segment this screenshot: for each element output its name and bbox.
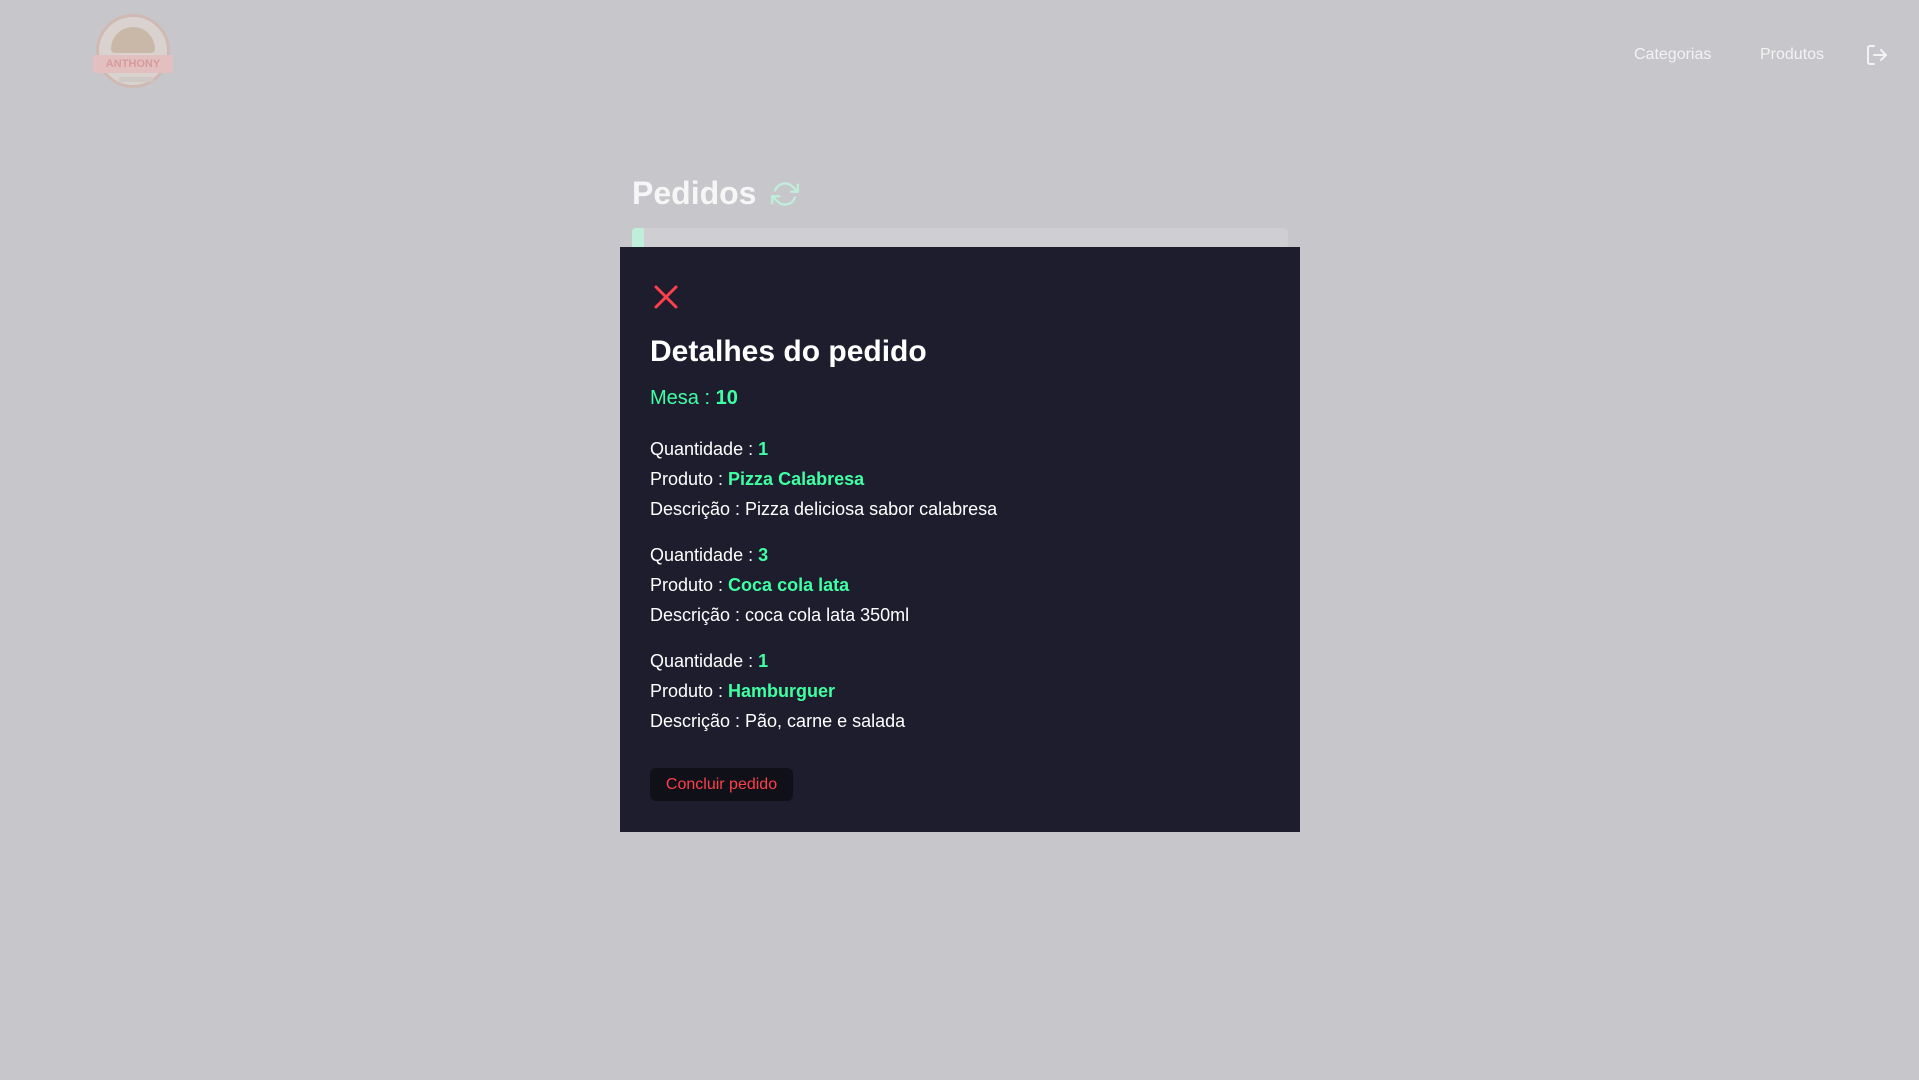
item-description: Descrição : Pizza deliciosa sabor calabr… xyxy=(650,494,1270,524)
product-name: Pizza Calabresa xyxy=(728,469,865,489)
product-label: Produto : xyxy=(650,575,729,595)
item-quantity: Quantidade : 1 xyxy=(650,646,1270,676)
order-item: Quantidade : 1 Produto : Hamburguer Desc… xyxy=(650,646,1270,736)
order-item: Quantidade : 3 Produto : Coca cola lata … xyxy=(650,540,1270,630)
logo-ribbon: ANTHONY xyxy=(93,55,173,73)
item-product: Produto : Hamburguer xyxy=(650,676,1270,706)
quantity-value: 1 xyxy=(758,651,769,671)
order-list-item[interactable] xyxy=(632,228,1288,248)
table-number: Mesa : 10 xyxy=(650,387,738,410)
description-label: Descrição : xyxy=(650,605,746,625)
order-items-list: Quantidade : 1 Produto : Pizza Calabresa… xyxy=(650,434,1270,752)
table-value: 10 xyxy=(715,387,738,409)
product-name: Hamburguer xyxy=(728,681,836,701)
refresh-icon[interactable] xyxy=(771,180,799,208)
conclude-order-button[interactable]: Concluir pedido xyxy=(650,768,793,801)
nav-link-produtos[interactable]: Produtos xyxy=(1760,46,1824,64)
logo[interactable]: ANTHONY xyxy=(93,14,173,88)
order-item: Quantidade : 1 Produto : Pizza Calabresa… xyxy=(650,434,1270,524)
description-label: Descrição : xyxy=(650,711,746,731)
product-name: Coca cola lata xyxy=(728,575,850,595)
quantity-label: Quantidade : xyxy=(650,651,759,671)
nav-link-categorias[interactable]: Categorias xyxy=(1634,46,1711,64)
order-status-tag xyxy=(632,228,644,248)
description-value: Pizza deliciosa sabor calabresa xyxy=(745,499,998,519)
item-description: Descrição : Pão, carne e salada xyxy=(650,706,1270,736)
quantity-label: Quantidade : xyxy=(650,439,759,459)
logout-icon[interactable] xyxy=(1865,43,1889,67)
product-label: Produto : xyxy=(650,681,729,701)
item-quantity: Quantidade : 3 xyxy=(650,540,1270,570)
description-label: Descrição : xyxy=(650,499,746,519)
quantity-value: 3 xyxy=(758,545,769,565)
page-title: Pedidos xyxy=(632,175,757,211)
modal-title: Detalhes do pedido xyxy=(650,335,927,368)
quantity-label: Quantidade : xyxy=(650,545,759,565)
order-details-modal: Detalhes do pedido Mesa : 10 Quantidade … xyxy=(620,247,1300,832)
description-value: Pão, carne e salada xyxy=(745,711,906,731)
quantity-value: 1 xyxy=(758,439,769,459)
item-quantity: Quantidade : 1 xyxy=(650,434,1270,464)
item-description: Descrição : coca cola lata 350ml xyxy=(650,600,1270,630)
table-label: Mesa : xyxy=(650,387,716,409)
logo-pizza-graphic xyxy=(111,27,155,53)
item-product: Produto : Coca cola lata xyxy=(650,570,1270,600)
close-icon[interactable] xyxy=(650,281,682,313)
logo-subtext xyxy=(119,77,153,82)
description-value: coca cola lata 350ml xyxy=(745,605,910,625)
header: ANTHONY Categorias Produtos xyxy=(0,0,1919,110)
product-label: Produto : xyxy=(650,469,729,489)
item-product: Produto : Pizza Calabresa xyxy=(650,464,1270,494)
